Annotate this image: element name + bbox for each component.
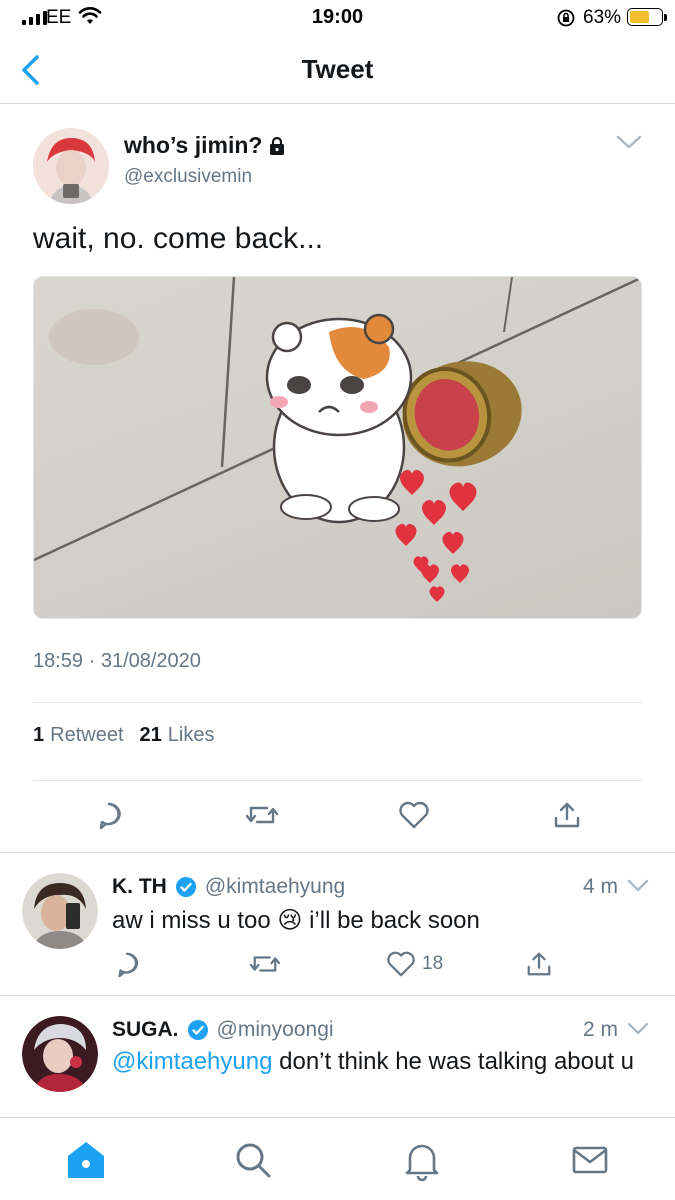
retweet-count: 1 — [33, 724, 45, 746]
tweet-image[interactable] — [33, 276, 642, 619]
retweet-icon[interactable] — [245, 800, 279, 830]
avatar[interactable] — [22, 873, 98, 949]
reply-actions: 18 — [0, 950, 675, 980]
chevron-down-icon[interactable] — [614, 132, 644, 152]
reply-text: @kimtaehyung don’t think he was talking … — [112, 1046, 642, 1078]
reply-icon[interactable] — [94, 800, 124, 830]
status-bar: EE 19:00 63% — [0, 0, 675, 36]
like-count: 18 — [422, 953, 444, 974]
battery-nub — [664, 14, 667, 21]
like-label: Likes — [167, 724, 215, 746]
avatar[interactable] — [22, 1016, 98, 1092]
share-icon[interactable] — [525, 950, 553, 978]
tweet-timestamp: 18:59 · 31/08/2020 — [33, 650, 201, 672]
home-icon[interactable] — [64, 1138, 108, 1182]
reply-text-start: aw i miss u too — [112, 907, 278, 934]
retweet-stat[interactable]: 1 Retweet — [33, 724, 124, 747]
avatar[interactable] — [33, 128, 109, 204]
verified-icon — [175, 877, 196, 897]
mention-link[interactable]: @kimtaehyung — [112, 1048, 272, 1075]
reply-icon[interactable] — [113, 950, 141, 978]
reply-text-body: don’t think he was talking about u — [272, 1048, 635, 1075]
reply-author-handle[interactable]: @minyoongi — [217, 1018, 334, 1042]
reply-text: aw i miss u too 😢 i’ll be back soon — [112, 905, 642, 937]
section-divider — [0, 852, 675, 853]
battery-icon — [627, 8, 663, 26]
verified-icon — [187, 1020, 208, 1040]
like-button[interactable]: 18 — [386, 950, 443, 978]
reply-author-name[interactable]: SUGA. — [112, 1018, 179, 1042]
battery-percent: 63% — [583, 7, 622, 28]
chevron-down-icon[interactable] — [626, 1020, 650, 1038]
search-icon[interactable] — [231, 1138, 275, 1182]
author-handle[interactable]: @exclusivemin — [124, 166, 252, 188]
retweet-label: Retweet — [50, 724, 124, 746]
crying-emoji: 😢 — [277, 907, 303, 934]
reply-header: K. TH @kimtaehyung — [112, 875, 345, 899]
reply-time: 4 m — [583, 875, 619, 898]
nav-bar: Tweet — [0, 36, 675, 104]
lock-icon — [270, 136, 285, 155]
like-count: 21 — [139, 724, 162, 746]
reply-time: 2 m — [583, 1018, 619, 1041]
page-title: Tweet — [301, 54, 374, 84]
like-stat[interactable]: 21 Likes — [140, 724, 215, 747]
reply-header: SUGA. @minyoongi — [112, 1018, 334, 1042]
divider — [33, 780, 642, 781]
chevron-down-icon[interactable] — [626, 877, 650, 895]
reply-author-handle[interactable]: @kimtaehyung — [205, 875, 345, 899]
like-icon[interactable] — [398, 800, 430, 830]
reply-author-name[interactable]: K. TH — [112, 875, 167, 899]
messages-icon[interactable] — [568, 1138, 612, 1182]
tweet-actions — [0, 800, 675, 832]
divider — [33, 702, 642, 703]
notifications-icon[interactable] — [400, 1138, 444, 1182]
like-icon — [387, 951, 415, 977]
tweet-stats: 1 Retweet 21 Likes — [33, 724, 214, 747]
share-icon[interactable] — [552, 800, 582, 830]
author-name-text: who’s jimin? — [124, 132, 263, 158]
tab-bar — [0, 1117, 675, 1200]
section-divider — [0, 995, 675, 996]
retweet-icon[interactable] — [249, 950, 281, 978]
reply-text-end: i’ll be back soon — [302, 907, 480, 934]
author-name[interactable]: who’s jimin? — [124, 132, 286, 159]
tweet-text: wait, no. come back... — [33, 222, 324, 255]
rotation-lock-icon — [557, 9, 575, 27]
